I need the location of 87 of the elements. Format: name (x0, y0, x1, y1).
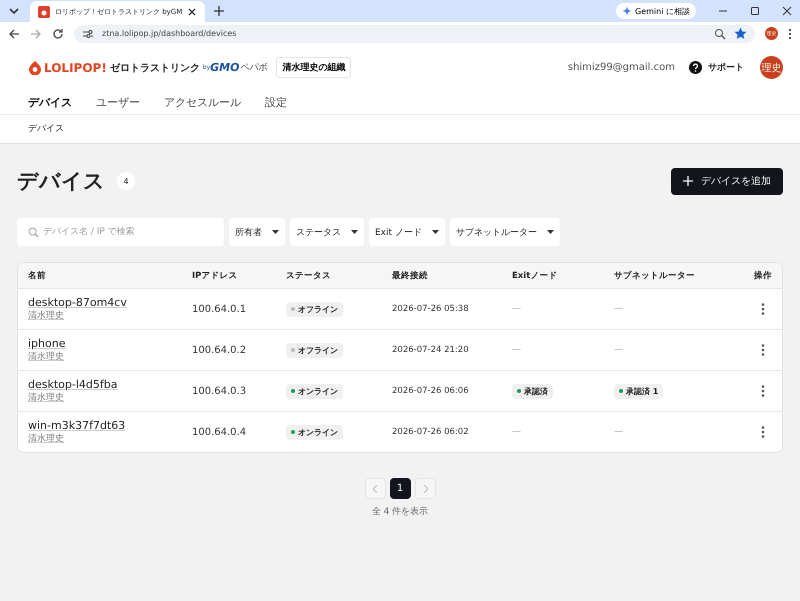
more-options-icon[interactable] (761, 344, 765, 356)
count-badge: 4 (117, 172, 135, 190)
filter-dropdown[interactable]: サブネットルーター (450, 218, 560, 246)
status-badge: オフライン (286, 302, 343, 316)
filter-dropdown[interactable]: Exit ノード (369, 218, 445, 246)
nav-tab[interactable]: 設定 (265, 94, 287, 110)
more-options-icon[interactable] (761, 426, 765, 438)
owner-link[interactable]: 清水理史 (28, 309, 64, 322)
device-name-link[interactable]: desktop-l4d5fba (28, 378, 118, 391)
chevron-right-icon (422, 484, 428, 492)
site-settings-icon[interactable] (82, 28, 94, 40)
table-cell-text: 100.64.0.1 (191, 304, 248, 314)
logo-company: GMO (210, 61, 240, 74)
table-cell: — (614, 345, 623, 355)
sparkle-icon (622, 6, 632, 16)
close-icon[interactable] (187, 7, 198, 17)
reload-icon[interactable] (52, 28, 64, 40)
table-cell: — (512, 427, 521, 437)
status-badge: オンライン (286, 424, 343, 440)
owner-link[interactable]: 清水理史 (28, 432, 64, 445)
sub-tab[interactable]: デバイス (28, 116, 64, 142)
user-email: shimiz99@gmail.com (568, 62, 675, 73)
organization-button[interactable]: 清水理史の組織 (276, 57, 352, 78)
gemini-button[interactable]: Gemini に相談 (616, 3, 696, 19)
status-badge: オフライン (286, 342, 343, 358)
caret-icon (272, 230, 279, 234)
caret-icon (546, 230, 554, 234)
column-header: ステータス (285, 270, 332, 282)
favicon-icon (38, 6, 50, 18)
plus-icon (683, 176, 693, 186)
device-name-link[interactable]: win-m3k37f7dt63 (28, 419, 126, 432)
nav-tab[interactable]: ユーザー (96, 94, 140, 110)
device-name-link[interactable]: desktop-87om4cv (28, 296, 127, 309)
help-icon[interactable] (689, 61, 702, 74)
column-header: 操作 (752, 270, 773, 282)
address-bar[interactable]: ztna.lolipop.jp/dashboard/devices (74, 24, 755, 42)
more-options-icon[interactable] (761, 385, 765, 397)
device-name-link[interactable]: iphone (28, 337, 66, 350)
star-icon[interactable] (734, 27, 747, 40)
close-icon[interactable] (782, 6, 792, 16)
column-header: サブネットルーター (613, 270, 696, 282)
table-cell-text: 100.64.0.3 (191, 386, 248, 396)
page-button[interactable]: 1 (390, 478, 410, 499)
owner-link[interactable]: 清水理史 (28, 391, 64, 404)
chevron-left-icon (372, 484, 378, 492)
results-summary: 全 4 件を表示 (370, 506, 430, 518)
new-tab-icon[interactable] (213, 5, 226, 17)
table-cell-text: 2026-07-26 06:06 (391, 386, 470, 396)
table-cell: — (614, 304, 623, 314)
table-cell-text: 2026-07-26 05:38 (391, 304, 470, 314)
support-link[interactable]: サポート (708, 61, 744, 74)
table-cell: — (512, 345, 521, 355)
nav-tab[interactable]: アクセスルール (164, 94, 241, 110)
menu-icon[interactable] (788, 28, 792, 40)
status-badge: オンライン (286, 384, 343, 398)
more-options-icon[interactable] (761, 303, 765, 315)
approved-badge: 承認済 (512, 384, 553, 398)
table-cell-text: 100.64.0.2 (191, 344, 248, 356)
maximize-icon[interactable] (750, 6, 760, 16)
column-header: Exitノード (511, 270, 558, 282)
logo-product: ゼロトラストリンク (110, 62, 200, 74)
table-cell: — (614, 427, 623, 437)
search-field[interactable]: デバイス名 / IP で検索 (17, 218, 224, 246)
owner-link[interactable]: 清水理史 (28, 350, 64, 363)
search-icon (28, 227, 39, 238)
user-avatar[interactable]: 理史 (760, 56, 783, 79)
table-cell-text: 2026-07-26 06:02 (391, 427, 470, 437)
table-cell-text: 2026-07-24 21:20 (391, 345, 470, 355)
filter-dropdown[interactable]: 所有者 (229, 218, 285, 246)
column-header: 最終接続 (391, 270, 429, 282)
table-cell: — (512, 304, 521, 314)
caret-icon (432, 230, 439, 234)
logo-brand: LOLIPOP! (44, 60, 107, 74)
add-device-button[interactable]: デバイスを追加 (671, 168, 783, 194)
table-cell-text: 100.64.0.4 (191, 426, 248, 438)
page-title: デバイス (17, 168, 105, 195)
column-header: IPアドレス (191, 270, 238, 282)
zoom-icon[interactable] (714, 28, 726, 40)
approved-badge: 承認済 1 (614, 384, 664, 398)
lollipop-logo-icon (28, 60, 42, 75)
nav-tab[interactable]: デバイス (28, 94, 72, 110)
filter-dropdown[interactable]: ステータス (290, 218, 364, 246)
back-icon[interactable] (8, 28, 20, 40)
column-header: 名前 (27, 270, 47, 282)
url-text: ztna.lolipop.jp/dashboard/devices (102, 29, 236, 38)
logo-company-kana: ペパボ (240, 62, 268, 74)
caret-icon (351, 230, 358, 234)
